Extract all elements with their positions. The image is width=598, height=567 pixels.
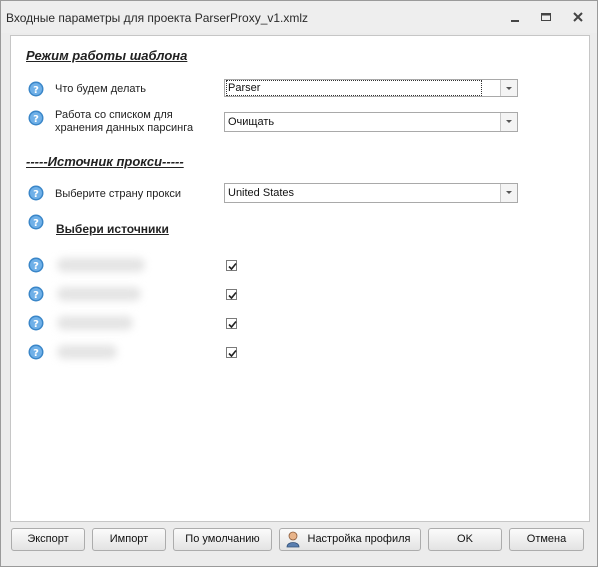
- import-button-label: Импорт: [109, 533, 149, 545]
- import-button[interactable]: Импорт: [92, 528, 166, 551]
- restore-button[interactable]: [534, 7, 558, 27]
- source-label-blurred: [57, 345, 117, 359]
- restore-icon: [541, 13, 551, 21]
- checkmark-icon: [228, 262, 237, 271]
- help-icon[interactable]: ?: [28, 110, 44, 126]
- proxy-country-value: United States: [228, 187, 295, 199]
- help-icon[interactable]: ?: [28, 81, 44, 97]
- source-label-blurred: [57, 287, 141, 301]
- what-to-do-label: Что будем делать: [55, 83, 147, 95]
- list-mode-select[interactable]: Очищать: [224, 112, 518, 132]
- default-button[interactable]: По умолчанию: [173, 528, 272, 551]
- svg-text:?: ?: [33, 114, 39, 125]
- checkmark-icon: [228, 291, 237, 300]
- help-icon[interactable]: ?: [28, 257, 44, 273]
- section-heading-proxy-source: -----Источник прокси-----: [26, 154, 184, 169]
- export-button[interactable]: Экспорт: [11, 528, 85, 551]
- svg-text:?: ?: [33, 261, 39, 272]
- svg-text:?: ?: [33, 290, 39, 301]
- close-button[interactable]: [566, 7, 590, 27]
- checkmark-icon: [228, 349, 237, 358]
- dialog-window: Входные параметры для проекта ParserProx…: [0, 0, 598, 567]
- list-mode-value: Очищать: [228, 116, 275, 128]
- window-title: Входные параметры для проекта ParserProx…: [6, 11, 309, 25]
- close-icon: [573, 12, 583, 22]
- minimize-button[interactable]: [503, 7, 527, 27]
- svg-text:?: ?: [33, 189, 39, 200]
- help-icon[interactable]: ?: [28, 286, 44, 302]
- svg-text:?: ?: [33, 85, 39, 96]
- cancel-button[interactable]: Отмена: [509, 528, 584, 551]
- source-checkbox[interactable]: [226, 318, 237, 329]
- chevron-down-icon[interactable]: [500, 113, 517, 131]
- source-checkbox[interactable]: [226, 260, 237, 271]
- cancel-button-label: Отмена: [526, 533, 567, 545]
- help-icon[interactable]: ?: [28, 344, 44, 360]
- parameters-panel: Режим работы шаблона ? Что будем делать …: [10, 35, 590, 522]
- section-heading-choose-sources: Выбери источники: [56, 222, 169, 236]
- ok-button[interactable]: OK: [428, 528, 502, 551]
- checkmark-icon: [228, 320, 237, 329]
- list-mode-label: Работа со списком для хранения данных па…: [55, 109, 193, 135]
- help-icon[interactable]: ?: [28, 214, 44, 230]
- export-button-label: Экспорт: [27, 533, 69, 545]
- user-avatar-icon: [286, 531, 300, 548]
- profile-settings-button[interactable]: Настройка профиля: [279, 528, 421, 551]
- title-bar[interactable]: Входные параметры для проекта ParserProx…: [1, 1, 597, 33]
- what-to-do-value: Parser: [225, 80, 483, 96]
- source-checkbox[interactable]: [226, 289, 237, 300]
- svg-text:?: ?: [33, 218, 39, 229]
- svg-text:?: ?: [33, 348, 39, 359]
- chevron-down-icon[interactable]: [500, 80, 517, 96]
- proxy-country-label: Выберите страну прокси: [55, 188, 182, 200]
- source-checkbox[interactable]: [226, 347, 237, 358]
- ok-button-label: OK: [457, 533, 473, 545]
- svg-text:?: ?: [33, 319, 39, 330]
- section-heading-mode: Режим работы шаблона: [26, 48, 188, 63]
- help-icon[interactable]: ?: [28, 185, 44, 201]
- list-mode-label-line2: хранения данных парсинга: [55, 122, 194, 134]
- what-to-do-select[interactable]: Parser: [224, 79, 518, 97]
- chevron-down-icon[interactable]: [500, 184, 517, 202]
- profile-settings-button-label: Настройка профиля: [307, 533, 411, 545]
- help-icon[interactable]: ?: [28, 315, 44, 331]
- source-label-blurred: [57, 258, 145, 272]
- list-mode-label-line1: Работа со списком для: [55, 109, 173, 121]
- proxy-country-select[interactable]: United States: [224, 183, 518, 203]
- source-label-blurred: [57, 316, 133, 330]
- default-button-label: По умолчанию: [185, 533, 260, 545]
- minimize-icon: [511, 20, 519, 22]
